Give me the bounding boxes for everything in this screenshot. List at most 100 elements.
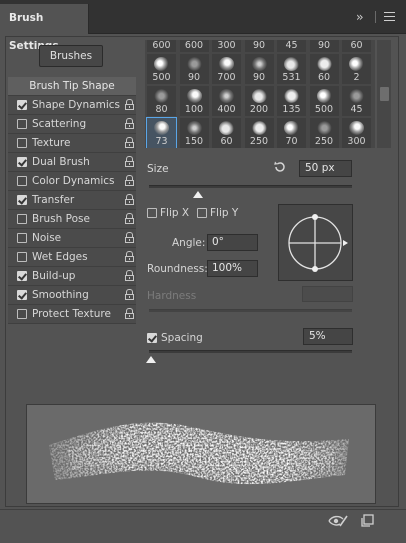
brush-preset-tile[interactable]: 70 — [277, 118, 306, 148]
brush-option-protect-texture[interactable]: Protect Texture — [8, 305, 136, 324]
lock-icon[interactable] — [125, 213, 134, 224]
flip-y-checkbox[interactable] — [197, 208, 207, 218]
size-field[interactable]: 50 px — [299, 160, 352, 177]
brush-preset-tile[interactable]: 60 — [212, 118, 241, 148]
brush-size-label: 60 — [350, 40, 363, 51]
brush-thumbnail — [284, 57, 299, 71]
brush-size-label: 300 — [347, 136, 366, 147]
brush-preset-tile[interactable]: 250 — [309, 118, 339, 148]
spacing-slider-handle[interactable] — [146, 356, 156, 363]
panel-tab-brush-settings[interactable]: Brush Settings — [0, 4, 89, 52]
brush-size-label: 90 — [317, 40, 331, 51]
brush-preset-tile[interactable]: 500 — [309, 86, 339, 116]
brush-size-label: 60 — [317, 72, 331, 83]
brush-preset-tile[interactable]: 60 — [309, 54, 339, 84]
brush-preset-tile[interactable]: 90 — [244, 40, 274, 52]
lock-icon[interactable] — [125, 270, 134, 281]
hardness-field — [302, 286, 353, 302]
brush-option-dual-brush[interactable]: Dual Brush — [8, 153, 136, 172]
reset-size-icon[interactable] — [273, 160, 287, 174]
brush-preset-tile[interactable]: 60 — [342, 40, 371, 52]
brush-preset-tile[interactable]: 250 — [244, 118, 274, 148]
toggle-live-tip-preview-icon[interactable] — [328, 514, 348, 528]
brush-option-brush-pose[interactable]: Brush Pose — [8, 210, 136, 229]
brush-preset-tile[interactable]: 2 — [342, 54, 371, 84]
lock-icon[interactable] — [125, 232, 134, 243]
size-slider[interactable] — [149, 185, 352, 188]
brush-preset-tile[interactable]: 45 — [277, 40, 306, 52]
brush-size-label: 200 — [249, 104, 269, 115]
brush-preset-tile[interactable]: 600 — [147, 40, 176, 52]
brush-option-texture[interactable]: Texture — [8, 134, 136, 153]
brush-preset-tile[interactable]: 90 — [179, 54, 209, 84]
brush-preset-tile[interactable]: 135 — [277, 86, 306, 116]
option-checkbox[interactable] — [17, 138, 27, 148]
lock-icon[interactable] — [125, 118, 134, 129]
lock-icon[interactable] — [125, 175, 134, 186]
lock-icon[interactable] — [125, 99, 134, 110]
option-checkbox[interactable] — [17, 252, 27, 262]
brush-preset-tile[interactable]: 600 — [179, 40, 209, 52]
brush-preset-tile[interactable]: 150 — [179, 118, 209, 148]
brush-option-brush-tip-shape[interactable]: Brush Tip Shape — [8, 77, 136, 96]
lock-icon[interactable] — [125, 308, 134, 319]
brush-option-wet-edges[interactable]: Wet Edges — [8, 248, 136, 267]
roundness-field[interactable]: 100% — [207, 260, 258, 277]
brush-thumbnail — [284, 121, 299, 135]
brush-preset-tile[interactable]: 100 — [179, 86, 209, 116]
option-checkbox[interactable] — [17, 214, 27, 224]
brush-option-color-dynamics[interactable]: Color Dynamics — [8, 172, 136, 191]
lock-icon[interactable] — [125, 194, 134, 205]
brush-preset-tile[interactable]: 300 — [342, 118, 371, 148]
option-checkbox[interactable] — [17, 290, 27, 300]
brush-option-build-up[interactable]: Build-up — [8, 267, 136, 286]
brush-thumbnail — [316, 89, 332, 103]
brush-option-transfer[interactable]: Transfer — [8, 191, 136, 210]
spacing-slider[interactable] — [149, 350, 352, 353]
spacing-field[interactable]: 5% — [303, 328, 353, 345]
flip-x-checkbox[interactable] — [147, 208, 157, 218]
brush-thumbnail — [316, 57, 332, 71]
option-checkbox[interactable] — [17, 195, 27, 205]
brush-option-scattering[interactable]: Scattering — [8, 115, 136, 134]
brush-stroke-preview — [26, 404, 376, 504]
lock-icon[interactable] — [125, 251, 134, 262]
option-checkbox[interactable] — [17, 309, 27, 319]
brush-preset-tile[interactable]: 90 — [244, 54, 274, 84]
create-new-brush-icon[interactable] — [361, 514, 374, 527]
option-checkbox[interactable] — [17, 157, 27, 167]
brush-option-smoothing[interactable]: Smoothing — [8, 286, 136, 305]
option-checkbox[interactable] — [17, 271, 27, 281]
hardness-label: Hardness — [147, 290, 197, 302]
brush-preset-tile[interactable]: 80 — [147, 86, 176, 116]
lock-icon[interactable] — [125, 137, 134, 148]
brush-thumbnail — [219, 57, 234, 71]
double-chevron-right-icon[interactable]: ›› — [356, 10, 363, 24]
brush-preset-tile[interactable]: 500 — [147, 54, 176, 84]
option-checkbox[interactable] — [17, 176, 27, 186]
brush-option-shape-dynamics[interactable]: Shape Dynamics — [8, 96, 136, 115]
brush-preset-tile[interactable]: 73 — [146, 117, 177, 148]
hamburger-menu-icon[interactable] — [384, 12, 395, 21]
spacing-checkbox[interactable] — [147, 333, 157, 343]
brushes-button[interactable]: Brushes — [39, 45, 103, 67]
lock-icon[interactable] — [125, 289, 134, 300]
brush-preset-tile[interactable]: 300 — [212, 40, 241, 52]
brush-preset-tile[interactable]: 400 — [212, 86, 241, 116]
brush-preset-tile[interactable]: 45 — [342, 86, 371, 116]
brush-size-label: 45 — [285, 40, 298, 51]
option-checkbox[interactable] — [17, 233, 27, 243]
brush-preset-tile[interactable]: 200 — [244, 86, 274, 116]
brush-preset-tile[interactable]: 531 — [277, 54, 306, 84]
angle-field[interactable]: 0° — [207, 234, 258, 251]
brush-preset-tile[interactable]: 700 — [212, 54, 241, 84]
brush-grid-scrollbar-thumb[interactable] — [380, 87, 389, 101]
option-checkbox[interactable] — [17, 119, 27, 129]
brush-option-noise[interactable]: Noise — [8, 229, 136, 248]
angle-roundness-widget[interactable] — [278, 204, 353, 281]
brush-preset-tile[interactable]: 90 — [309, 40, 339, 52]
brush-size-label: 531 — [282, 72, 301, 83]
size-slider-handle[interactable] — [193, 191, 203, 198]
lock-icon[interactable] — [125, 156, 134, 167]
option-checkbox[interactable] — [17, 100, 27, 110]
